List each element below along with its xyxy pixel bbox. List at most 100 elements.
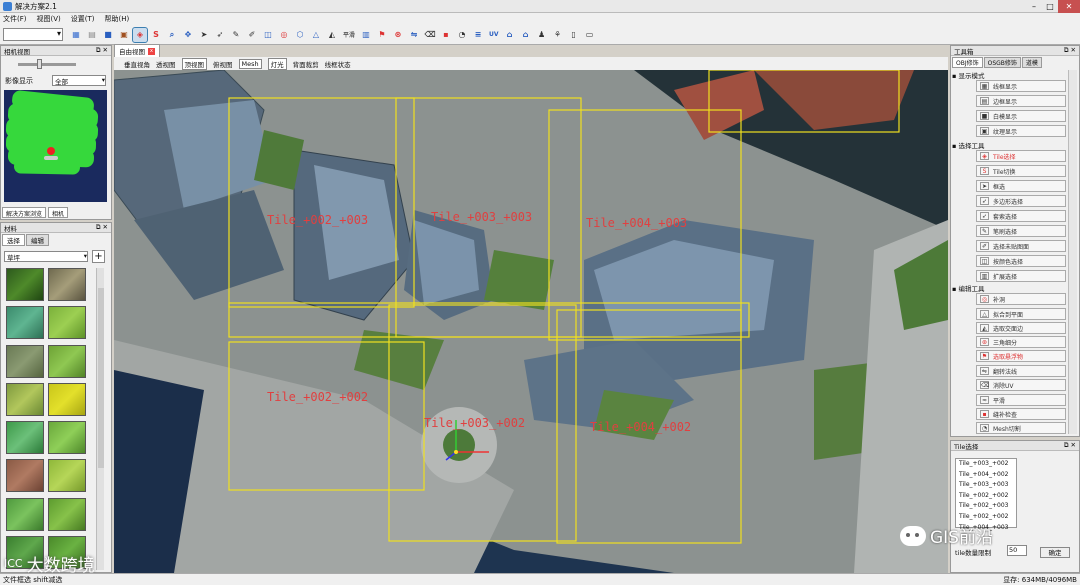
menu-view[interactable]: 视图(V) bbox=[37, 14, 61, 24]
toolbar-combo[interactable] bbox=[3, 28, 63, 41]
material-swatch[interactable] bbox=[48, 382, 86, 416]
person-icon[interactable]: ♟ bbox=[535, 28, 549, 42]
link-icon[interactable]: ⇋ bbox=[407, 28, 421, 42]
material-swatch[interactable] bbox=[6, 344, 44, 378]
tool-flip-normal[interactable]: ⇋ 翻转法线 bbox=[976, 365, 1066, 377]
list-item[interactable]: Tile_+004_+002 bbox=[959, 470, 1016, 481]
smooth-button[interactable]: 平滑 bbox=[341, 28, 357, 42]
tab-select[interactable]: 选择 bbox=[2, 234, 25, 246]
view-button[interactable]: 垂直视角 bbox=[124, 59, 150, 69]
tile-list[interactable]: Tile_+003_+002 Tile_+004_+002 Tile_+003_… bbox=[955, 458, 1017, 531]
tool-remove-uv[interactable]: ⌫ 消除UV bbox=[976, 379, 1066, 391]
confirm-button[interactable]: 确定 bbox=[1040, 547, 1070, 558]
menu-help[interactable]: 帮助(H) bbox=[105, 14, 130, 24]
material-swatch[interactable] bbox=[48, 268, 86, 301]
group-edit-tools[interactable]: ▪ 编辑工具 bbox=[952, 283, 984, 293]
tool-mesh-cut[interactable]: ◔ Mesh切割 bbox=[976, 422, 1066, 434]
minimize-icon[interactable]: – bbox=[1026, 0, 1042, 13]
lasso-icon[interactable]: ➶ bbox=[213, 28, 227, 42]
image-display-select[interactable]: 全部 ▾ bbox=[52, 75, 106, 86]
tool-brush-select[interactable]: ✎ 笔刷选择 bbox=[976, 225, 1066, 237]
tab-camera[interactable]: 相机 bbox=[48, 207, 69, 218]
material-swatch[interactable] bbox=[6, 268, 44, 301]
stripes-icon[interactable]: ≡ bbox=[471, 28, 485, 42]
house-icon[interactable]: ⌂ bbox=[503, 28, 517, 42]
view-button-top[interactable]: 顶视图 bbox=[181, 57, 207, 70]
eraser-icon[interactable]: ⌫ bbox=[423, 28, 437, 42]
3d-viewport[interactable]: Tile_+002_+003 Tile_+003_+003 Tile_+004_… bbox=[114, 70, 948, 573]
backface-toggle[interactable]: 背面裁剪 bbox=[293, 59, 319, 69]
view-button[interactable]: 俯视图 bbox=[213, 59, 233, 69]
camera-slider-track[interactable] bbox=[18, 63, 76, 66]
material-swatch[interactable] bbox=[48, 344, 86, 378]
tree-icon[interactable]: ⚘ bbox=[551, 28, 565, 42]
grid-icon[interactable]: ▦ bbox=[69, 28, 83, 42]
close-icon[interactable]: x bbox=[148, 47, 155, 55]
tool-texture[interactable]: ▣ 纹理显示 bbox=[976, 125, 1066, 137]
tool-subdivide[interactable]: ⊛ 三角细分 bbox=[976, 336, 1066, 348]
tile-switch-icon[interactable]: S bbox=[149, 28, 163, 42]
list-item[interactable]: Tile_+003_+002 bbox=[959, 459, 1016, 470]
save-icon[interactable]: ▪ bbox=[439, 28, 453, 42]
maximize-icon[interactable]: □ bbox=[1042, 0, 1058, 13]
tool-fill-hole[interactable]: ◎ 补洞 bbox=[976, 293, 1066, 305]
mesh-toggle[interactable]: Mesh bbox=[238, 58, 262, 69]
material-swatch[interactable] bbox=[6, 497, 44, 531]
tab-free-view[interactable]: 自由视图 x bbox=[114, 44, 160, 57]
toolbox-scrollbar[interactable] bbox=[1068, 70, 1077, 434]
group-select-tools[interactable]: ▪ 选择工具 bbox=[952, 140, 984, 150]
tab-edit[interactable]: 编辑 bbox=[26, 234, 49, 246]
target-icon[interactable]: ⊛ bbox=[391, 28, 405, 42]
layers-icon[interactable]: ▤ bbox=[85, 28, 99, 42]
panel-close-icon[interactable]: ⧉ ✕ bbox=[1064, 46, 1076, 55]
tool-smooth[interactable]: ≈ 平滑 bbox=[976, 394, 1066, 406]
list-item[interactable]: Tile_+003_+003 bbox=[959, 480, 1016, 491]
tool-white-model[interactable]: ■ 白模显示 bbox=[976, 110, 1066, 122]
panel-close-icon[interactable]: ⧉ ✕ bbox=[96, 223, 108, 232]
material-swatch[interactable] bbox=[6, 421, 44, 454]
material-category-select[interactable]: 草坪 ▾ bbox=[4, 251, 88, 262]
houses-icon[interactable]: ⌂ bbox=[519, 28, 533, 42]
tool-intersect-edge[interactable]: ◭ 选取交面边 bbox=[976, 322, 1066, 334]
zoom-icon[interactable]: ⌕ bbox=[165, 28, 179, 42]
document-icon[interactable]: ▯ bbox=[567, 28, 581, 42]
tool-lasso-select[interactable]: ➶ 套索选择 bbox=[976, 210, 1066, 222]
material-swatch[interactable] bbox=[48, 459, 86, 493]
wireframe-toggle[interactable]: 线框状态 bbox=[325, 59, 351, 69]
tile-select-icon[interactable]: ◈ bbox=[132, 26, 148, 43]
panel-close-icon[interactable]: ⧉ ✕ bbox=[96, 46, 108, 55]
hole-icon[interactable]: ◎ bbox=[277, 28, 291, 42]
tool-fit-plane[interactable]: △ 拟合到平面 bbox=[976, 308, 1066, 320]
material-scrollbar[interactable] bbox=[96, 268, 104, 570]
light-toggle[interactable]: 灯光 bbox=[267, 57, 287, 70]
material-swatch[interactable] bbox=[48, 497, 86, 531]
list-item[interactable]: Tile_+002_+003 bbox=[959, 501, 1016, 512]
tool-color-select[interactable]: ◫ 按颜色选择 bbox=[976, 255, 1066, 267]
add-material-button[interactable]: + bbox=[92, 250, 105, 263]
tile-count-input[interactable]: 50 bbox=[1007, 545, 1027, 556]
material-swatch[interactable] bbox=[48, 306, 86, 340]
fit-plane-icon[interactable]: ◭ bbox=[325, 28, 339, 42]
camera-slider-thumb[interactable] bbox=[37, 59, 42, 69]
tool-polygon-select[interactable]: ➶ 多边形选择 bbox=[976, 195, 1066, 207]
brush-icon[interactable]: ✎ bbox=[229, 28, 243, 42]
cursor-icon[interactable]: ➤ bbox=[197, 28, 211, 42]
tab-osgb[interactable]: OSGB修饰 bbox=[983, 57, 1021, 68]
tool-expand-select[interactable]: ▥ 扩展选择 bbox=[976, 270, 1066, 282]
material-swatch[interactable] bbox=[6, 459, 44, 493]
polygon-icon[interactable]: ⬡ bbox=[293, 28, 307, 42]
material-swatch[interactable] bbox=[6, 306, 44, 340]
pick-icon[interactable]: ✐ bbox=[245, 28, 259, 42]
uv-button[interactable]: UV bbox=[487, 28, 501, 42]
tool-edge[interactable]: ▤ 边框显示 bbox=[976, 95, 1066, 107]
menu-file[interactable]: 文件(F) bbox=[3, 14, 27, 24]
cube-icon[interactable]: ■ bbox=[101, 28, 115, 42]
tab-obj[interactable]: OBJ修饰 bbox=[952, 57, 983, 68]
tab-solution-browser[interactable]: 解决方案浏览 bbox=[2, 207, 47, 218]
notes-icon[interactable]: ▭ bbox=[583, 28, 597, 42]
material-swatch[interactable] bbox=[6, 382, 44, 416]
menu-settings[interactable]: 设置(T) bbox=[71, 14, 95, 24]
camera-minimap[interactable] bbox=[4, 90, 107, 202]
triangle-icon[interactable]: △ bbox=[309, 28, 323, 42]
tool-box-select[interactable]: ➤ 框选 bbox=[976, 180, 1066, 192]
